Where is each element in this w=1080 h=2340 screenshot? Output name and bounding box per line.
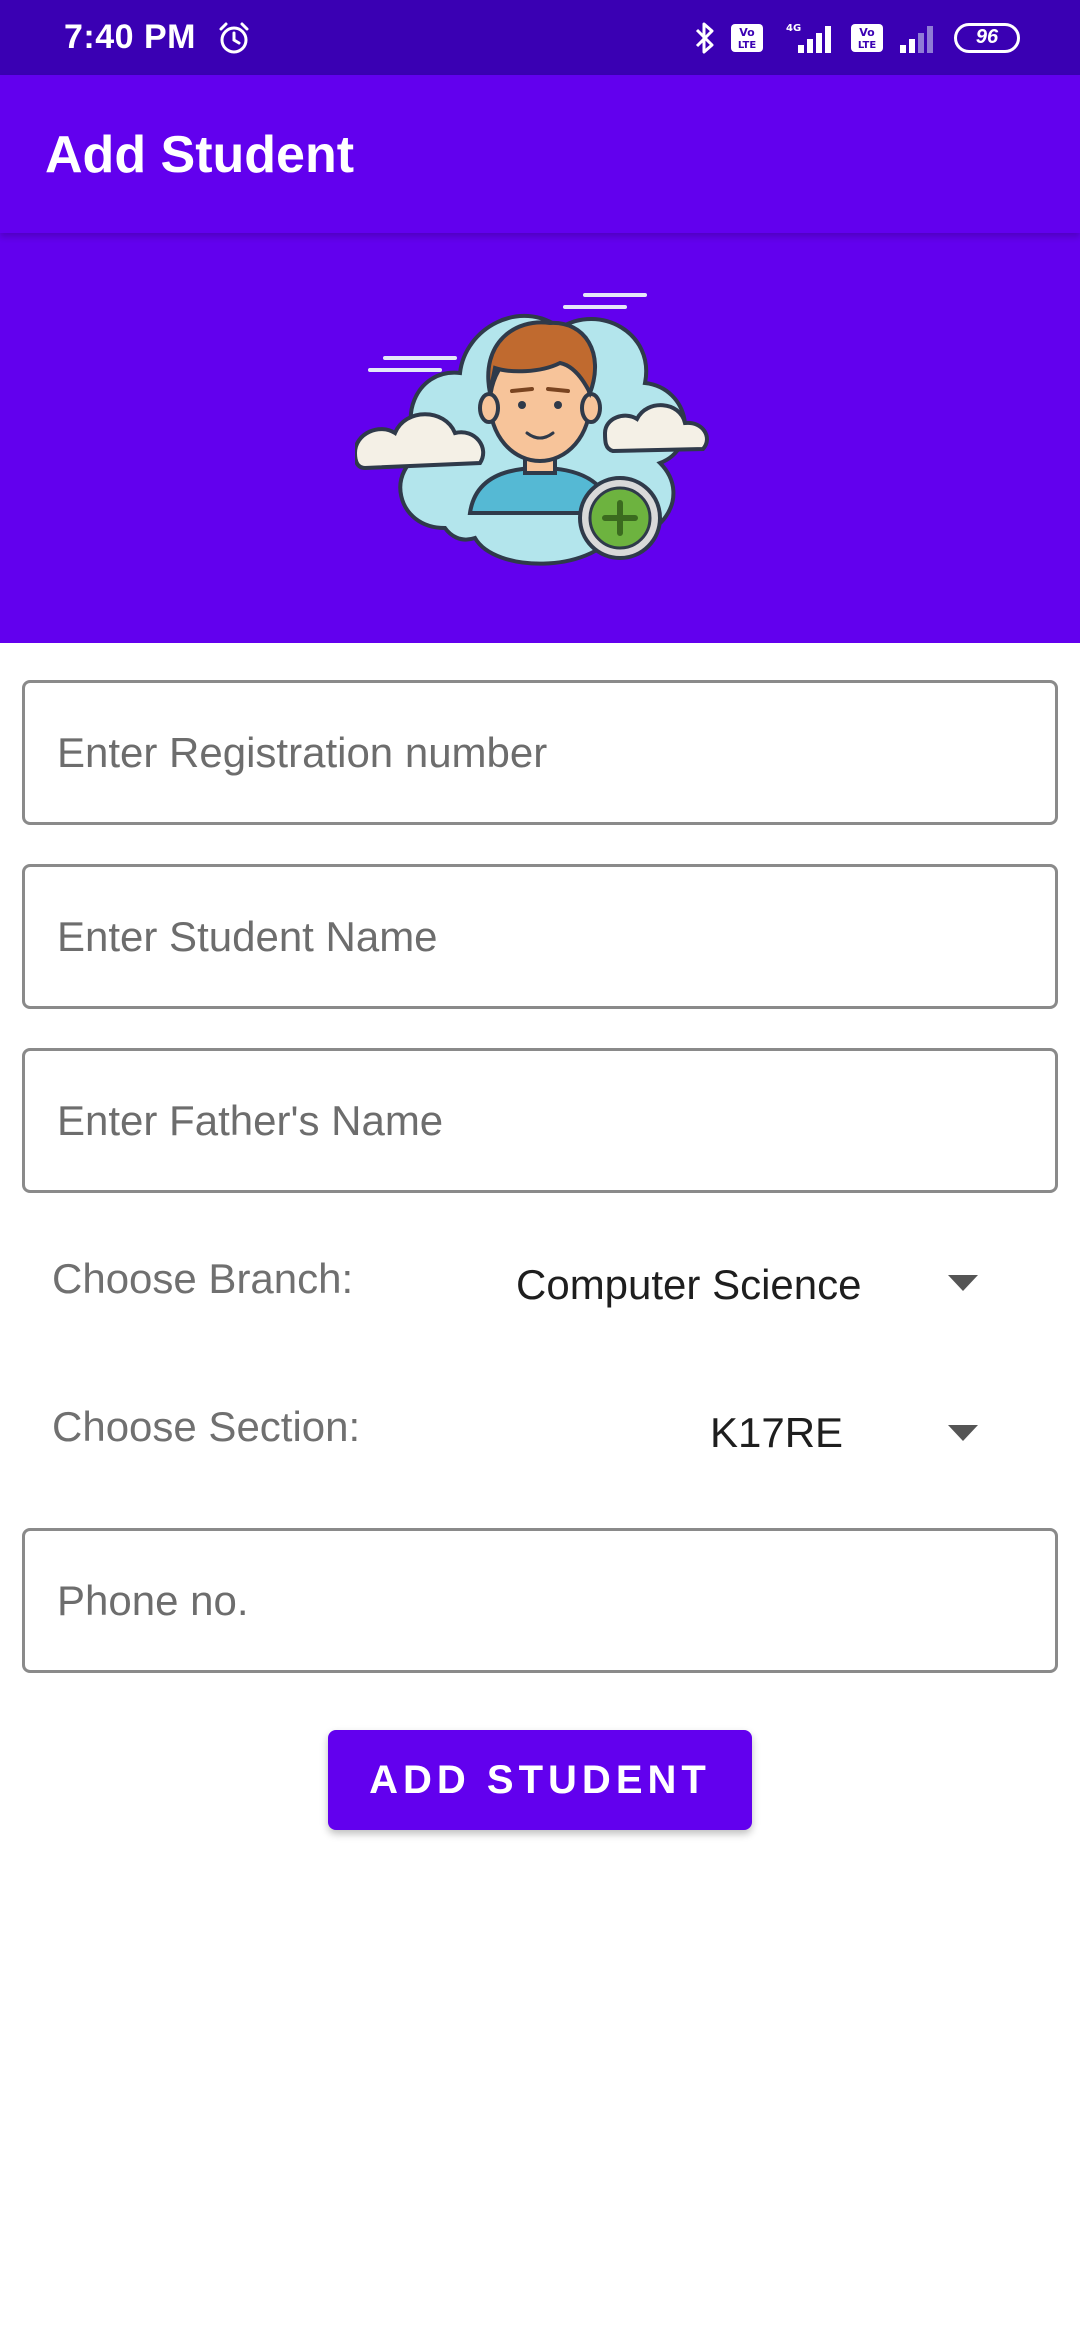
status-time: 7:40 PM [64, 18, 196, 56]
svg-text:Vo: Vo [859, 26, 875, 39]
registration-number-input[interactable] [25, 683, 1055, 822]
status-icons: Vo LTE 4G Vo LTE 96 [694, 21, 1020, 55]
svg-text:4G: 4G [786, 23, 801, 34]
status-bar: 7:40 PM Vo LTE 4G Vo LTE 96 [0, 0, 1080, 75]
section-selected-value: K17RE [710, 1409, 844, 1456]
branch-spinner[interactable]: Computer Science [516, 1255, 986, 1315]
header-banner [0, 233, 1080, 643]
volte-icon: Vo LTE [851, 23, 883, 52]
page-title: Add Student [45, 126, 355, 184]
dropdown-arrow-icon [948, 1275, 978, 1291]
branch-selected-value: Computer Science [516, 1261, 862, 1308]
student-avatar-add-icon [355, 293, 709, 566]
father-name-field[interactable] [22, 1048, 1058, 1193]
app-bar: Add Student [0, 75, 1080, 233]
branch-label: Choose Branch: [52, 1255, 354, 1302]
svg-text:LTE: LTE [738, 40, 757, 51]
student-name-input[interactable] [25, 867, 1055, 1006]
phone-field[interactable] [22, 1528, 1058, 1673]
add-student-button[interactable]: ADD STUDENT [328, 1730, 752, 1830]
student-name-field[interactable] [22, 864, 1058, 1009]
section-label: Choose Section: [52, 1403, 361, 1450]
phone-input[interactable] [25, 1531, 1055, 1670]
bluetooth-icon [695, 22, 714, 53]
signal-4g-icon: 4G [786, 23, 831, 53]
battery-level: 96 [975, 26, 999, 48]
svg-text:LTE: LTE [858, 40, 877, 51]
signal-icon [900, 25, 933, 53]
registration-number-field[interactable] [22, 680, 1058, 825]
father-name-input[interactable] [25, 1051, 1055, 1190]
alarm-icon [219, 22, 249, 53]
battery-icon: 96 [954, 22, 1020, 53]
section-spinner[interactable]: K17RE [710, 1403, 986, 1463]
dropdown-arrow-icon [948, 1425, 978, 1441]
volte-icon: Vo LTE [731, 23, 763, 52]
svg-text:Vo: Vo [739, 26, 755, 39]
